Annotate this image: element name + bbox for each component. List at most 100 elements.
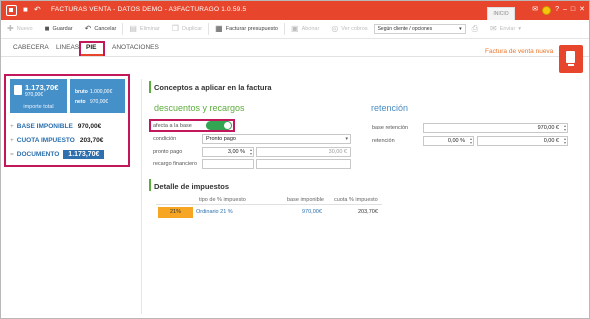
tax-cuota-cell: 203,70€	[358, 209, 378, 215]
maximize-icon[interactable]: □	[571, 5, 575, 15]
tax-type-cell: Ordinario 21 %	[196, 209, 233, 215]
bruto-label: bruto	[75, 89, 88, 95]
recargo-label: recargo financiero	[153, 161, 198, 167]
plus-icon: ✚	[7, 24, 14, 33]
retencion-amount-field[interactable]: 0,00 € ▴ ▾	[477, 136, 568, 146]
stepper-icon[interactable]: ▴ ▾	[250, 148, 252, 156]
nuevo-button[interactable]: ✚ Nuevo	[1, 20, 39, 39]
bruto-neto-tile: bruto 1.000,00€ neto 970,00€	[70, 79, 125, 113]
plus-icon: +	[10, 123, 14, 130]
neto-label: neto	[75, 99, 86, 105]
document-action-icon[interactable]	[559, 45, 583, 73]
condicion-select[interactable]: Pronto pago ▾	[202, 134, 351, 144]
retencion-title: retención	[371, 103, 409, 113]
nuevo-label: Nuevo	[16, 26, 33, 32]
chevron-down-icon: ▾	[345, 136, 348, 142]
equals-icon: =	[10, 151, 14, 158]
abonar-label: Abonar	[301, 26, 320, 32]
cuota-impuesto-row[interactable]: + CUOTA IMPUESTO 203,70€	[10, 137, 103, 144]
mail-icon[interactable]: ✉	[532, 5, 538, 15]
guardar-button[interactable]: ■ Guardar	[39, 20, 79, 39]
tab-inicio[interactable]: INICIO	[487, 7, 515, 20]
impuestos-title: Detalle de impuestos	[154, 182, 230, 191]
printer-icon: ⎙	[471, 24, 478, 33]
neto-value: 970,00€	[90, 99, 109, 105]
plus-icon: +	[10, 137, 14, 144]
panel-divider	[141, 79, 142, 314]
pronto-pago-label: pronto pago	[153, 149, 183, 155]
abonar-button[interactable]: ▣ Abonar	[285, 20, 325, 39]
shopping-bag-icon	[14, 85, 22, 95]
eliminar-button[interactable]: ▤ Eliminar	[123, 20, 165, 39]
base-imponible-value: 970,00€	[77, 123, 102, 130]
eliminar-label: Eliminar	[139, 26, 160, 32]
condicion-value: Pronto pago	[206, 136, 236, 142]
title-bar: ■ ↶ FACTURAS VENTA - DATOS DEMO - A3FACT…	[1, 1, 589, 20]
print-button[interactable]: ⎙	[466, 20, 484, 39]
retencion-label: retención	[372, 138, 395, 144]
afecta-toggle[interactable]	[206, 121, 232, 130]
stepper-icon[interactable]: ▴ ▾	[564, 124, 566, 132]
pronto-pago-pct-field[interactable]: 3,00 % ▴ ▾	[202, 147, 254, 157]
cancelar-button[interactable]: ↶ Cancelar	[79, 20, 123, 39]
help-button[interactable]: ?	[555, 5, 559, 15]
minimize-icon[interactable]: –	[563, 5, 567, 15]
recargo-pct-field[interactable]	[202, 159, 254, 169]
col-base-header: base imponible	[287, 197, 324, 203]
close-icon[interactable]: ✕	[579, 5, 585, 15]
bruto-value: 1.000,00€	[90, 89, 113, 95]
duplicar-button[interactable]: ❐ Duplicar	[166, 20, 208, 39]
documento-row: = DOCUMENTO 1.173,70€	[10, 150, 105, 159]
base-imponible-row[interactable]: + BASE IMPONIBLE 970,00€	[10, 123, 101, 130]
enviar-button[interactable]: ✉ Enviar ▾	[484, 20, 527, 39]
total-secondary: 970,00€	[25, 92, 44, 98]
retencion-pct-field[interactable]: 0,00 % ▴ ▾	[423, 136, 474, 146]
pronto-pago-amount-field[interactable]: 30,00 €	[256, 147, 351, 157]
cuota-impuesto-label: CUOTA IMPUESTO	[16, 137, 75, 144]
tab-cabecera[interactable]: CABECERA	[13, 44, 49, 51]
enviar-label: Enviar	[499, 26, 516, 32]
pronto-pago-amount: 30,00 €	[328, 149, 347, 155]
ver-cobros-button[interactable]: ◎ Ver cobros	[325, 20, 373, 39]
total-label: importe total	[23, 104, 54, 110]
tab-lineas[interactable]: LINEAS	[56, 44, 79, 51]
totals-summary: 1.173,70€ 970,00€ importe total bruto 1.0…	[4, 74, 130, 167]
duplicar-label: Duplicar	[181, 26, 203, 32]
app-logo-icon[interactable]	[6, 5, 17, 16]
stepper-icon[interactable]: ▴ ▾	[564, 137, 566, 145]
app-window: ■ ↶ FACTURAS VENTA - DATOS DEMO - A3FACT…	[0, 0, 590, 319]
total-tile: 1.173,70€ 970,00€ importe total	[10, 79, 67, 113]
stepper-icon[interactable]: ▴ ▾	[470, 137, 472, 145]
coins-icon: ◎	[331, 24, 339, 33]
base-retencion-label: base retención	[372, 125, 409, 131]
section-accent	[149, 81, 151, 93]
save-quick-icon[interactable]: ■	[23, 5, 28, 15]
tab-anotaciones[interactable]: ANOTACIONES	[112, 44, 159, 51]
ver-cobros-label: Ver cobros	[341, 26, 368, 32]
toolbar: ✚ Nuevo ■ Guardar ↶ Cancelar ▤ Eliminar ❐ Dup…	[1, 20, 589, 39]
retencion-pct: 0,00 %	[447, 138, 465, 144]
chevron-down-icon: ▾	[518, 26, 522, 32]
document-icon: ▦	[215, 24, 223, 33]
base-imponible-label: BASE IMPONIBLE	[16, 123, 73, 130]
documento-value: 1.173,70€	[63, 150, 105, 159]
tab-active-indicator	[81, 54, 103, 56]
print-options-select[interactable]: Según cliente / opciones ▾	[373, 24, 466, 34]
facturar-presupuesto-button[interactable]: ▦ Facturar presupuesto	[209, 20, 284, 39]
recargo-amount-field[interactable]	[256, 159, 351, 169]
window-controls: ✉ ? – □ ✕	[532, 5, 585, 15]
copy-icon: ❐	[171, 24, 179, 33]
condicion-label: condición	[153, 136, 177, 142]
tax-rate-badge: 21%	[158, 207, 193, 218]
guardar-label: Guardar	[52, 26, 73, 32]
retencion-amount: 0,00 €	[543, 138, 559, 144]
smiley-icon[interactable]	[542, 5, 552, 15]
col-cuota-header: cuota % impuesto	[334, 197, 378, 203]
undo-quick-icon[interactable]: ↶	[34, 5, 41, 15]
base-retencion-value: 970,00 €	[537, 125, 559, 131]
base-retencion-field[interactable]: 970,00 € ▴ ▾	[423, 123, 568, 133]
afecta-label: afecta a la base	[153, 123, 192, 129]
refund-icon: ▣	[291, 24, 299, 33]
table-header-divider	[156, 204, 382, 205]
pronto-pago-pct: 3,00 %	[227, 149, 245, 155]
